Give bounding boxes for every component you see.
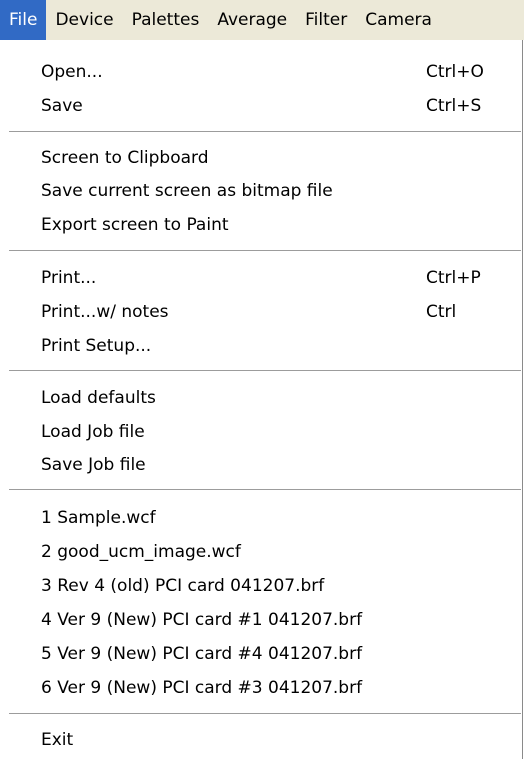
menu-item-open[interactable]: Open... Ctrl+O [0, 58, 521, 87]
menu-bar: File Device Palettes Average Filter Came… [0, 0, 524, 40]
menu-file[interactable]: File [0, 0, 47, 40]
menu-item-label: Print...w/ notes [41, 302, 169, 322]
menu-item-label: Save current screen as bitmap file [41, 181, 333, 201]
menu-filter[interactable]: Filter [296, 0, 356, 40]
menu-item-label: 4 Ver 9 (New) PCI card #1 041207.brf [41, 610, 363, 630]
menu-item-load-job-file[interactable]: Load Job file [0, 418, 521, 447]
menu-separator [9, 713, 521, 715]
menu-item-exit[interactable]: Exit [0, 726, 521, 755]
file-dropdown-menu: Open... Ctrl+O Save Ctrl+S Screen to Cli… [0, 40, 523, 759]
menu-camera[interactable]: Camera [356, 0, 441, 40]
menu-item-label: Exit [41, 730, 74, 750]
menu-item-label: 2 good_ucm_image.wcf [41, 542, 241, 562]
menu-palettes[interactable]: Palettes [123, 0, 209, 40]
menu-item-print[interactable]: Print... Ctrl+P [0, 264, 521, 293]
menu-item-save-screen-bitmap[interactable]: Save current screen as bitmap file [0, 177, 521, 206]
menu-average[interactable]: Average [208, 0, 296, 40]
menu-item-shortcut: Ctrl [426, 302, 457, 322]
menu-separator [9, 489, 521, 491]
menu-item-shortcut: Ctrl+O [426, 62, 484, 82]
menu-item-label: 1 Sample.wcf [41, 508, 156, 528]
menu-item-label: Print Setup... [41, 336, 152, 356]
menu-item-label: Export screen to Paint [41, 215, 229, 235]
recent-file-item[interactable]: 3 Rev 4 (old) PCI card 041207.brf [0, 572, 521, 601]
menu-item-label: Screen to Clipboard [41, 148, 209, 168]
menu-item-label: 3 Rev 4 (old) PCI card 041207.brf [41, 576, 325, 596]
menu-item-label: Save Job file [41, 455, 146, 475]
recent-file-item[interactable]: 6 Ver 9 (New) PCI card #3 041207.brf [0, 674, 521, 703]
menu-item-screen-to-clipboard[interactable]: Screen to Clipboard [0, 144, 521, 173]
menu-device[interactable]: Device [46, 0, 122, 40]
menu-separator [9, 131, 521, 133]
menu-separator [9, 370, 521, 372]
recent-file-item[interactable]: 1 Sample.wcf [0, 504, 521, 533]
recent-file-item[interactable]: 2 good_ucm_image.wcf [0, 538, 521, 567]
menu-item-save[interactable]: Save Ctrl+S [0, 92, 521, 121]
menu-item-label: Save [41, 96, 83, 116]
menu-item-label: Load Job file [41, 422, 145, 442]
menu-item-label: Print... [41, 268, 97, 288]
menu-item-shortcut: Ctrl+P [426, 268, 481, 288]
recent-file-item[interactable]: 5 Ver 9 (New) PCI card #4 041207.brf [0, 640, 521, 669]
menu-item-load-defaults[interactable]: Load defaults [0, 384, 521, 413]
menu-item-save-job-file[interactable]: Save Job file [0, 451, 521, 480]
menu-item-label: Open... [41, 62, 103, 82]
menu-item-print-setup[interactable]: Print Setup... [0, 332, 521, 361]
menu-item-label: 5 Ver 9 (New) PCI card #4 041207.brf [41, 644, 363, 664]
menu-separator [9, 250, 521, 252]
menu-item-label: Load defaults [41, 388, 156, 408]
recent-file-item[interactable]: 4 Ver 9 (New) PCI card #1 041207.brf [0, 606, 521, 635]
menu-item-export-to-paint[interactable]: Export screen to Paint [0, 211, 521, 240]
menu-item-print-with-notes[interactable]: Print...w/ notes Ctrl [0, 298, 521, 327]
menu-item-shortcut: Ctrl+S [426, 96, 482, 116]
menu-item-label: 6 Ver 9 (New) PCI card #3 041207.brf [41, 678, 363, 698]
